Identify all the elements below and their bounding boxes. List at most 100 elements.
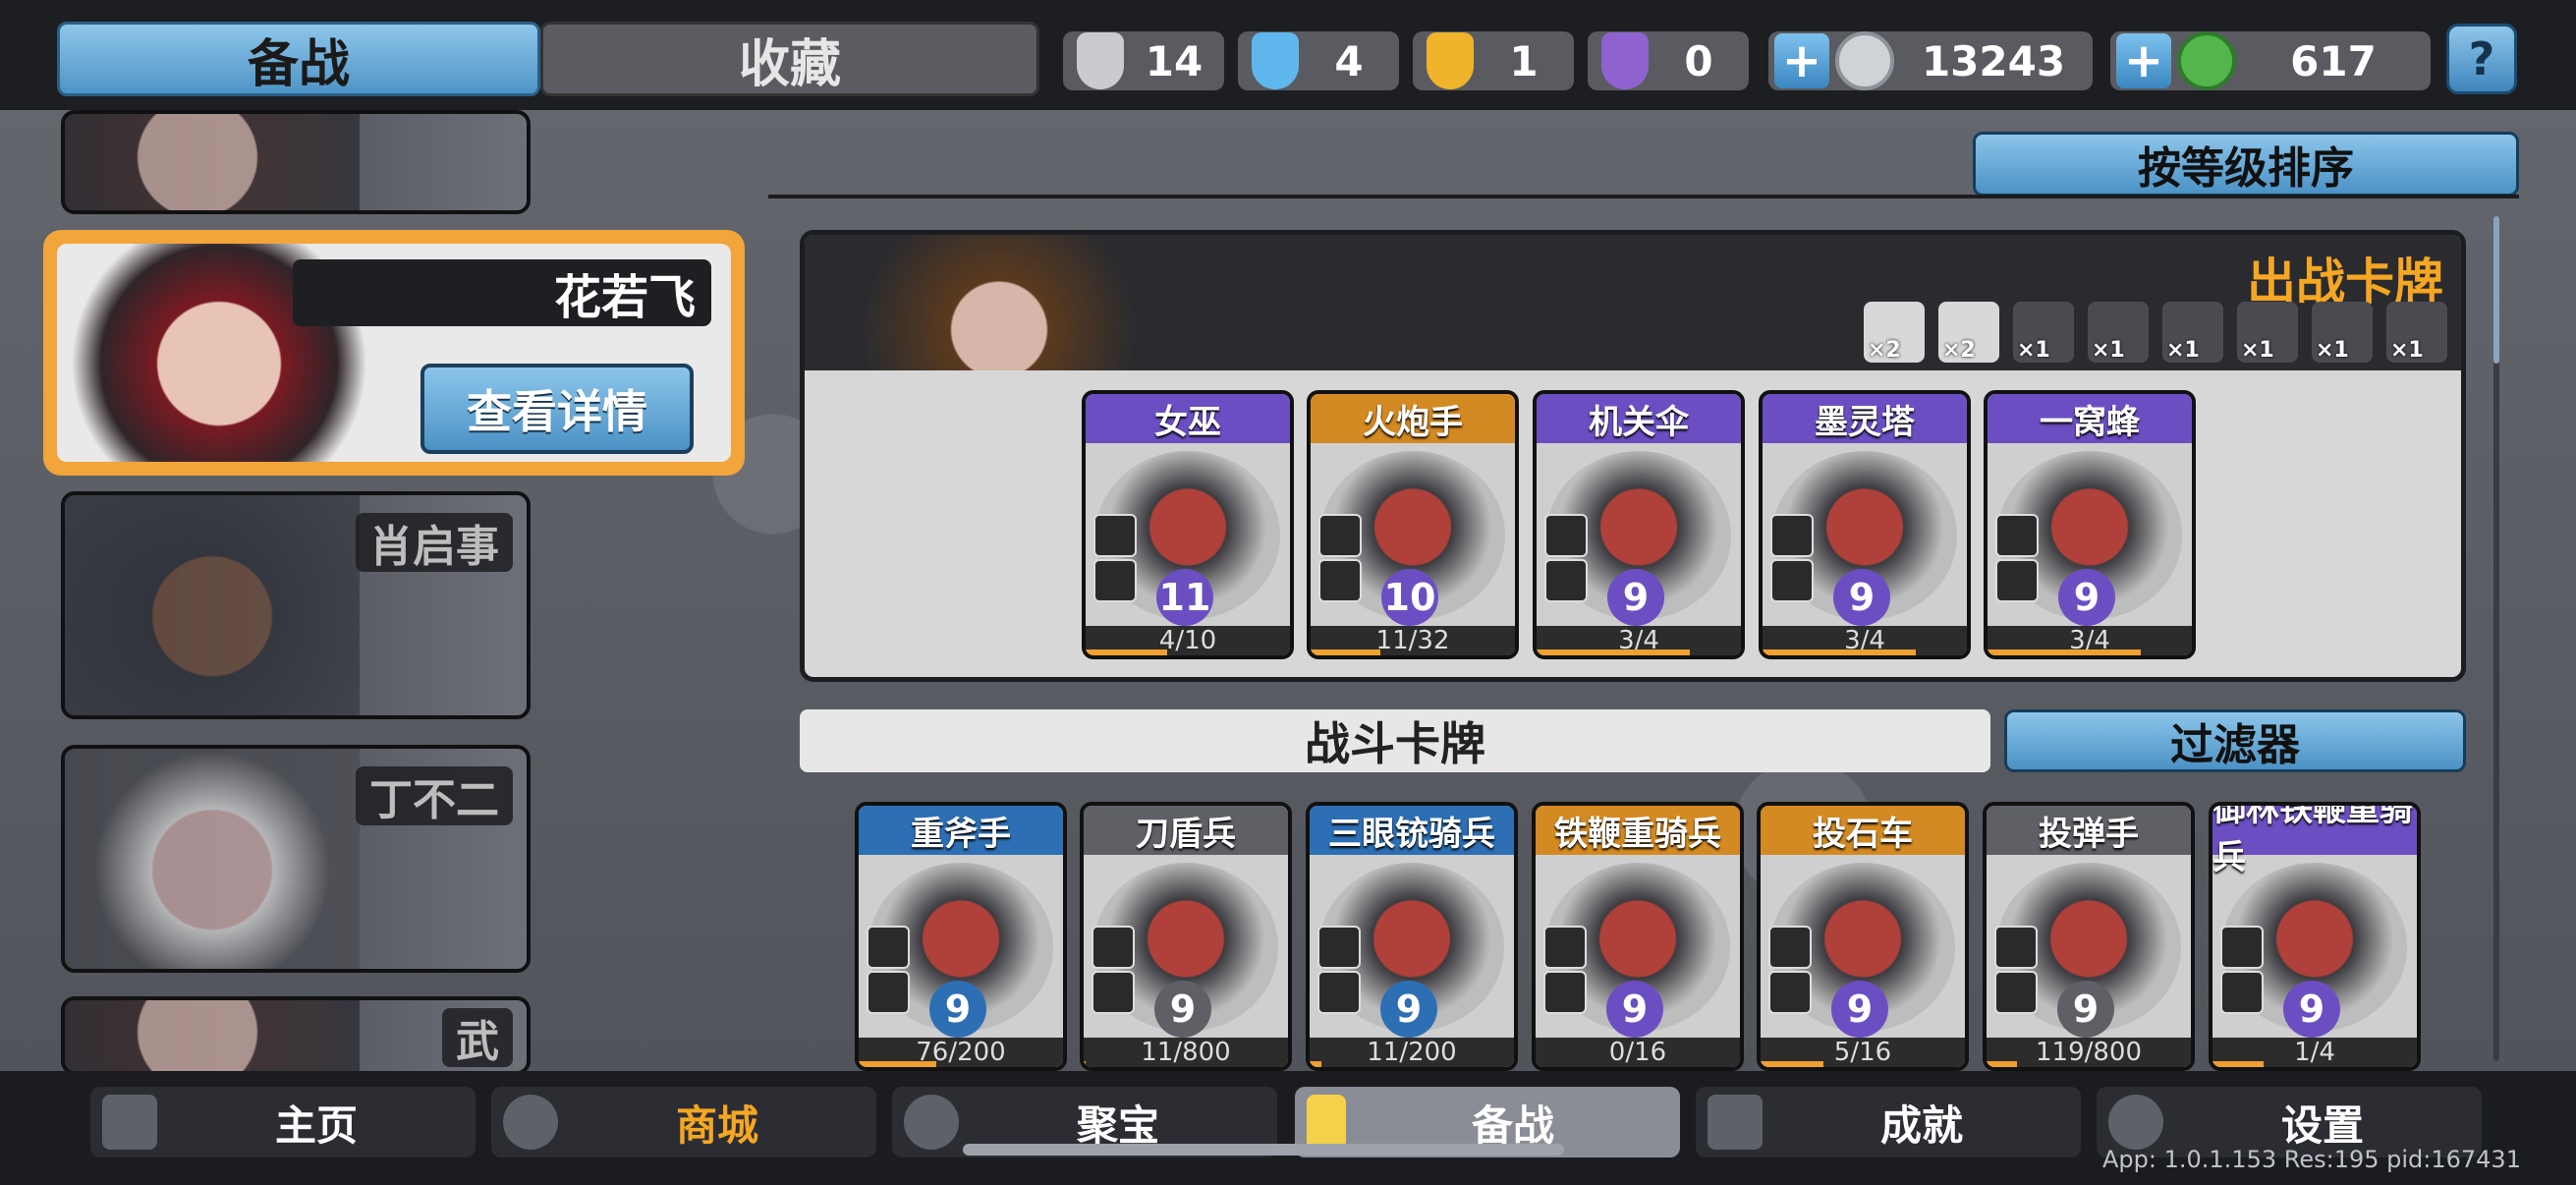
resource-silver-shield: 14 <box>1063 31 1224 90</box>
spear-tag-icon[interactable]: ×2 <box>1938 302 1999 363</box>
currency-value: 13243 <box>1921 36 2066 85</box>
card-progress-fill <box>2212 1061 2264 1067</box>
hero-card-inner: 花若飞 查看详情 <box>57 244 731 462</box>
trait-icon <box>1770 514 1814 557</box>
card-name: 投石车 <box>1761 806 1965 855</box>
tab-collection[interactable]: 收藏 <box>540 22 1039 96</box>
trait-icon <box>1994 926 2038 969</box>
card-level: 9 <box>2283 981 2340 1038</box>
help-button[interactable]: ? <box>2446 24 2517 94</box>
deploy-cards-panel: 出战卡牌 ×2 ×2 ×1 ×1 ×1 ×1 ×1 ×1 女巫 11 4/10 火炮手… <box>800 230 2466 682</box>
scrollbar-thumb[interactable] <box>2493 216 2499 364</box>
trait-icon <box>1768 926 1812 969</box>
sort-by-level-button[interactable]: 按等级排序 <box>1973 132 2519 197</box>
unit-card[interactable]: 一窝蜂 9 3/4 <box>1984 390 2196 659</box>
add-coins-button[interactable]: + <box>1774 33 1829 88</box>
card-level: 9 <box>1831 981 1888 1038</box>
card-progress-fill <box>859 1061 937 1067</box>
hero-card-partial[interactable] <box>61 110 531 214</box>
card-name: 三眼铳骑兵 <box>1310 806 1514 855</box>
sword-tag-icon[interactable]: ×2 <box>1864 302 1925 363</box>
green-gem-icon <box>2177 31 2236 90</box>
hero-card-selected[interactable]: 花若飞 查看详情 <box>43 230 745 476</box>
card-progress-fill <box>1763 649 1916 655</box>
card-level: 9 <box>1607 569 1664 626</box>
cards-icon <box>1307 1095 1346 1150</box>
trait-icon <box>1092 971 1135 1014</box>
shop-coins-icon <box>503 1095 558 1150</box>
star-tag-icon[interactable]: ×1 <box>2386 302 2447 363</box>
card-progress: 0/16 <box>1536 1038 1740 1067</box>
blue-shield-icon <box>1252 32 1299 89</box>
nav-achievement[interactable]: 成就 <box>1696 1087 2081 1157</box>
unit-card[interactable]: 三眼铳骑兵 9 11/200 <box>1306 802 1518 1071</box>
trait-icon <box>1768 971 1812 1014</box>
unit-card[interactable]: 女巫 11 4/10 <box>1082 390 1294 659</box>
hero-card[interactable]: 肖启事 <box>61 491 531 719</box>
trait-icon <box>1093 514 1137 557</box>
card-level: 9 <box>929 981 986 1038</box>
unit-card[interactable]: 刀盾兵 9 11/800 <box>1080 802 1292 1071</box>
resource-gold-shield: 1 <box>1413 31 1574 90</box>
card-progress-fill <box>1761 1061 1824 1067</box>
unit-card[interactable]: 铁鞭重骑兵 9 0/16 <box>1532 802 1744 1071</box>
hero-name: 花若飞 <box>293 259 711 326</box>
hero-card-partial[interactable]: 武 <box>61 996 531 1075</box>
card-level: 9 <box>1380 981 1437 1038</box>
trait-icon <box>1092 926 1135 969</box>
silver-shield-icon <box>1077 32 1124 89</box>
hero-card[interactable]: 丁不二 <box>61 745 531 973</box>
resource-value: 4 <box>1334 36 1364 85</box>
deploy-header: 出战卡牌 ×2 ×2 ×1 ×1 ×1 ×1 ×1 ×1 <box>805 235 2461 370</box>
unit-card[interactable]: 御林铁鞭重骑兵 9 1/4 <box>2209 802 2421 1071</box>
card-name: 刀盾兵 <box>1084 806 1288 855</box>
card-level: 11 <box>1156 569 1213 626</box>
trait-icon <box>1543 926 1587 969</box>
add-gems-button[interactable]: + <box>2116 33 2171 88</box>
hero-name: 肖启事 <box>356 513 513 572</box>
trait-icon <box>1317 926 1361 969</box>
nav-label: 成就 <box>1879 1100 1963 1150</box>
card-progress-fill <box>1084 1061 1087 1067</box>
tab-prepare[interactable]: 备战 <box>57 22 540 96</box>
helmet-tag-icon[interactable]: ×1 <box>2088 302 2149 363</box>
card-name: 机关伞 <box>1537 394 1741 443</box>
card-level: 10 <box>1381 569 1438 626</box>
nav-label: 设置 <box>2280 1100 2364 1150</box>
card-progress-fill <box>1311 649 1380 655</box>
card-name: 墨灵塔 <box>1763 394 1967 443</box>
currency-gems: + 617 <box>2110 31 2431 90</box>
card-progress-fill <box>1537 649 1690 655</box>
resource-purple-shield: 0 <box>1588 31 1749 90</box>
skull-tag-icon[interactable]: ×1 <box>2013 302 2074 363</box>
horse-tag-icon[interactable]: ×1 <box>2237 302 2298 363</box>
card-progress: 11/800 <box>1084 1038 1288 1067</box>
unit-card[interactable]: 墨灵塔 9 3/4 <box>1759 390 1971 659</box>
nav-home[interactable]: 主页 <box>90 1087 476 1157</box>
home-icon <box>102 1095 157 1150</box>
nav-shop[interactable]: 商城 <box>491 1087 876 1157</box>
card-progress-fill <box>1086 649 1168 655</box>
home-indicator <box>963 1144 1564 1156</box>
hero-portrait <box>65 495 360 715</box>
resource-value: 0 <box>1684 36 1713 85</box>
trait-icon <box>1995 514 2039 557</box>
treasure-icon <box>904 1095 959 1150</box>
resource-value: 14 <box>1145 36 1204 85</box>
unit-card[interactable]: 重斧手 9 76/200 <box>855 802 1067 1071</box>
unit-card[interactable]: 火炮手 10 11/32 <box>1307 390 1519 659</box>
battle-cards-title: 战斗卡牌 <box>800 709 1990 772</box>
unit-card[interactable]: 投弹手 9 119/800 <box>1983 802 2195 1071</box>
trait-tags: ×2 ×2 ×1 ×1 ×1 ×1 ×1 ×1 <box>1864 302 2447 363</box>
gear-tag-icon[interactable]: ×1 <box>2312 302 2373 363</box>
wall-tag-icon[interactable]: ×1 <box>2162 302 2223 363</box>
trait-icon <box>1544 559 1588 602</box>
unit-card[interactable]: 机关伞 9 3/4 <box>1533 390 1745 659</box>
view-details-button[interactable]: 查看详情 <box>420 364 694 454</box>
card-level: 9 <box>1833 569 1890 626</box>
resource-value: 1 <box>1509 36 1539 85</box>
trait-icon <box>1318 514 1362 557</box>
unit-card[interactable]: 投石车 9 5/16 <box>1757 802 1969 1071</box>
filter-button[interactable]: 过滤器 <box>2004 709 2466 772</box>
hero-portrait <box>65 749 360 969</box>
